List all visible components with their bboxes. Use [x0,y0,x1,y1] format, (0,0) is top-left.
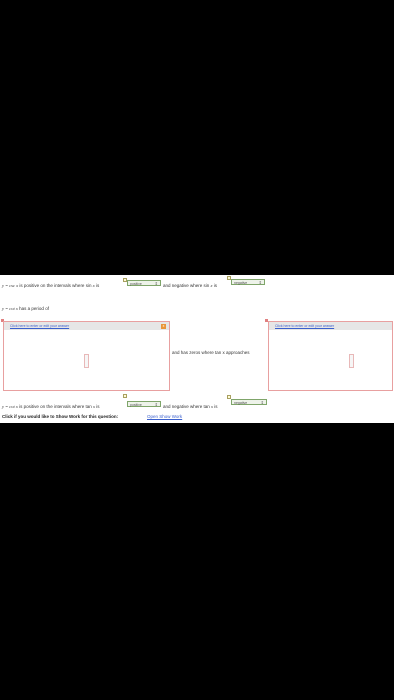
answer-marker [123,394,127,398]
sin-positive-dropdown[interactable]: positive ⇕ [127,280,161,286]
sin-negative-dropdown[interactable]: negative ⇕ [231,279,265,285]
close-icon[interactable]: x [161,323,166,329]
dropdown-arrow-icon: ⇕ [154,281,158,286]
enter-answer-link[interactable]: Click here to enter or edit your answer [275,324,334,328]
answer-box-header: Click here to enter or edit your answer [269,322,392,330]
period-answer-box[interactable]: Click here to enter or edit your answer … [3,321,170,391]
cot-negative-text: and negative where tan x is [163,404,218,409]
csc-negative-text: and negative where sin x is [163,283,217,288]
csc-is2: is [212,283,218,288]
csc-statement: y = csc x is positive on the intervals w… [2,283,99,288]
cot-is2: is [213,404,218,409]
enter-answer-link[interactable]: Click here to enter or edit your answer [10,324,69,328]
zeros-answer-box[interactable]: Click here to enter or edit your answer [268,321,393,391]
cot-mid: is positive on the intervals where tan [17,404,93,409]
tan-negative-dropdown[interactable]: negative ⇕ [231,399,267,405]
show-work-label: Click if you would like to Show Work for… [2,414,119,419]
dropdown-arrow-icon: ⇕ [260,400,264,405]
dropdown-value: negative [234,281,248,285]
csc-is: is [94,283,100,288]
cot-prefix: y = cot [2,306,16,311]
open-show-work-link[interactable]: Open Show Work [147,414,182,419]
dropdown-arrow-icon: ⇕ [154,402,158,407]
answer-input-caret[interactable] [349,354,354,368]
answer-box-header: Click here to enter or edit your answer … [4,322,169,330]
cot-is: is [94,404,100,409]
dropdown-value: positive [130,282,142,286]
dropdown-value: negative [234,401,248,405]
csc-between: and negative where sin [163,283,211,288]
cot-period-statement: y = cot x has a period of [2,306,49,311]
zeros-statement: and has zeros where tan x approaches [172,350,250,355]
tan-positive-dropdown[interactable]: positive ⇕ [127,401,161,407]
csc-prefix: y = csc [2,283,17,288]
dropdown-value: positive [130,403,142,407]
question-panel: y = csc x is positive on the intervals w… [0,275,394,423]
cot-between: and negative where tan [163,404,212,409]
answer-input-caret[interactable] [84,354,89,368]
zeros-text: and has zeros where tan x approaches [172,350,250,355]
cot-sign-statement: y = cot x is positive on the intervals w… [2,404,99,409]
cot-prefix: y = cot [2,404,16,409]
dropdown-arrow-icon: ⇕ [258,280,262,285]
csc-mid: is positive on the intervals where sin [18,283,93,288]
cot-rest: has a period of [17,306,49,311]
